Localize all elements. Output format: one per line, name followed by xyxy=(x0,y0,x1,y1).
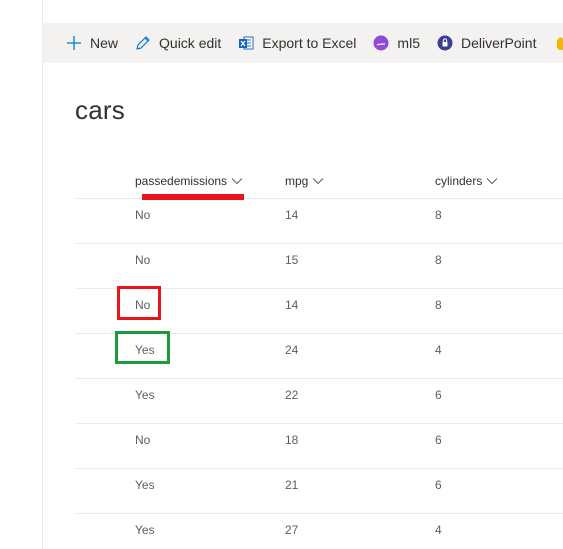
new-button-label: New xyxy=(90,35,119,51)
table-row[interactable]: Yes 27 4 xyxy=(75,514,563,549)
excel-icon xyxy=(237,34,255,52)
cell-passedemissions: No xyxy=(135,433,151,447)
table-row[interactable]: No 15 8 xyxy=(75,244,563,289)
cell-mpg: 15 xyxy=(285,253,299,267)
table-row[interactable]: Yes 21 6 xyxy=(75,469,563,514)
sharepoint-list-view: New Quick edit Export to Excel ml5 Deliv… xyxy=(0,0,563,549)
column-header-mpg[interactable]: mpg xyxy=(285,174,324,188)
quick-edit-button-label: Quick edit xyxy=(159,35,222,51)
left-rail xyxy=(0,0,43,549)
column-header-label: passedemissions xyxy=(135,174,228,188)
column-header-label: mpg xyxy=(285,174,309,188)
new-button[interactable]: New xyxy=(43,23,126,63)
annotation-red-underline xyxy=(142,194,244,200)
cell-cylinders: 4 xyxy=(435,343,442,357)
cell-passedemissions: Yes xyxy=(135,478,155,492)
column-header-passedemissions[interactable]: passedemissions xyxy=(135,174,243,188)
ml5-icon xyxy=(372,34,390,52)
more-toolbar-button[interactable] xyxy=(544,23,563,63)
deliverpoint-button[interactable]: DeliverPoint xyxy=(428,23,544,63)
ml5-button[interactable]: ml5 xyxy=(364,23,428,63)
cell-passedemissions: Yes xyxy=(135,523,155,537)
table-row[interactable]: Yes 22 6 xyxy=(75,379,563,424)
chevron-down-icon xyxy=(312,177,324,185)
cell-mpg: 21 xyxy=(285,478,299,492)
cell-cylinders: 6 xyxy=(435,433,442,447)
annotation-green-box xyxy=(115,331,170,364)
chevron-down-icon xyxy=(486,177,498,185)
cell-mpg: 14 xyxy=(285,208,299,222)
cell-passedemissions: No xyxy=(135,253,151,267)
annotation-red-box xyxy=(117,286,161,320)
cell-cylinders: 8 xyxy=(435,208,442,222)
cell-cylinders: 8 xyxy=(435,298,442,312)
page-title: cars xyxy=(75,95,125,125)
cell-mpg: 24 xyxy=(285,343,299,357)
column-header-label: cylinders xyxy=(435,174,483,188)
plus-icon xyxy=(65,34,83,52)
cell-cylinders: 6 xyxy=(435,388,442,402)
export-to-excel-button[interactable]: Export to Excel xyxy=(229,23,364,63)
table-row[interactable]: No 18 6 xyxy=(75,424,563,469)
hand-icon xyxy=(552,34,563,52)
table-row[interactable]: No 14 8 xyxy=(75,199,563,244)
cell-mpg: 18 xyxy=(285,433,299,447)
quick-edit-button[interactable]: Quick edit xyxy=(126,23,229,63)
cell-cylinders: 6 xyxy=(435,478,442,492)
cell-cylinders: 4 xyxy=(435,523,442,537)
chevron-down-icon xyxy=(231,177,243,185)
deliverpoint-icon xyxy=(436,34,454,52)
cell-passedemissions: No xyxy=(135,208,151,222)
column-header-cylinders[interactable]: cylinders xyxy=(435,174,498,188)
cell-mpg: 22 xyxy=(285,388,299,402)
cell-mpg: 14 xyxy=(285,298,299,312)
cell-mpg: 27 xyxy=(285,523,299,537)
ml5-button-label: ml5 xyxy=(397,35,420,51)
pencil-icon xyxy=(134,34,152,52)
command-bar: New Quick edit Export to Excel ml5 Deliv… xyxy=(43,23,563,63)
deliverpoint-button-label: DeliverPoint xyxy=(460,35,537,51)
export-to-excel-button-label: Export to Excel xyxy=(262,35,357,51)
cell-cylinders: 8 xyxy=(435,253,442,267)
cell-passedemissions: Yes xyxy=(135,388,155,402)
